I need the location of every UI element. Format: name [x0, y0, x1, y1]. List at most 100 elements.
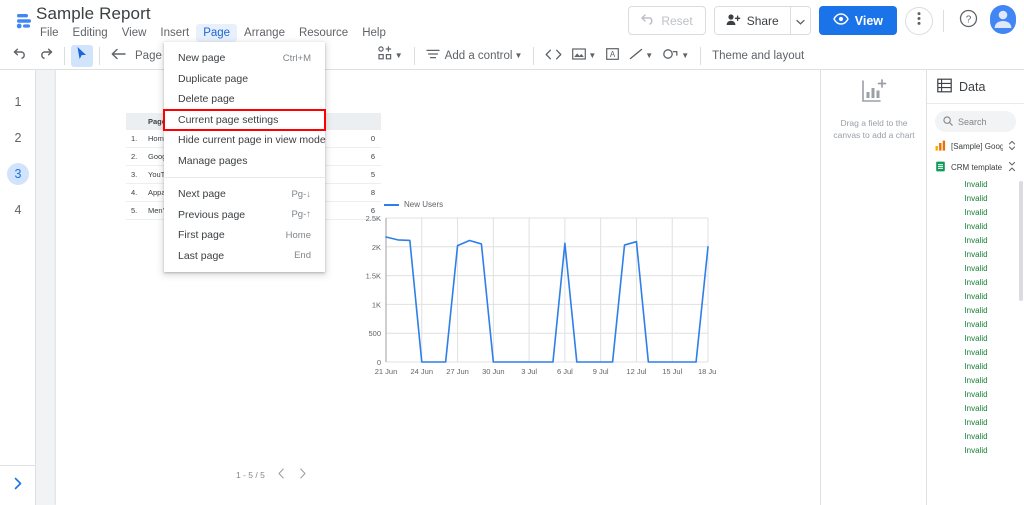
chevron-right-icon: [13, 477, 23, 495]
menu-item-duplicate-page[interactable]: Duplicate page: [164, 69, 325, 90]
chart-legend: New Users: [384, 200, 443, 209]
menu-help[interactable]: Help: [355, 24, 393, 42]
field-item[interactable]: Invalid: [927, 247, 1024, 261]
field-item[interactable]: Invalid: [927, 261, 1024, 275]
insert-text-button[interactable]: A: [601, 45, 624, 67]
page-title[interactable]: Sample Report: [36, 4, 151, 24]
kebab-menu-icon: [917, 11, 921, 31]
chevron-left-icon[interactable]: [277, 468, 286, 481]
add-chart-icon: [861, 79, 887, 108]
menu-item-next-page[interactable]: Next page Pg-↓: [164, 184, 325, 205]
line-chart-widget[interactable]: New Users 0 500 1K 1.5K 2K 2.5K 21 Jun 24 Jun 27…: [356, 200, 719, 390]
select-tool-button[interactable]: [71, 44, 93, 67]
insert-image-button[interactable]: ▼: [567, 45, 601, 67]
data-table-icon: [937, 78, 952, 96]
field-item[interactable]: Invalid: [927, 401, 1024, 415]
scrollbar-thumb[interactable]: [1019, 181, 1023, 301]
menu-item-label: Next page: [178, 188, 226, 201]
menu-view[interactable]: View: [115, 24, 154, 42]
insert-line-button[interactable]: ▼: [624, 45, 658, 67]
field-item[interactable]: Invalid: [927, 373, 1024, 387]
field-item[interactable]: Invalid: [927, 345, 1024, 359]
chevron-down-icon: ▼: [645, 51, 654, 60]
menu-item-new-page[interactable]: New page Ctrl+M: [164, 48, 325, 69]
theme-layout-button[interactable]: Theme and layout: [707, 45, 809, 67]
svg-text:2K: 2K: [372, 243, 381, 252]
menu-item-last-page[interactable]: Last page End: [164, 246, 325, 267]
menu-item-accel: End: [294, 250, 311, 262]
back-page-button[interactable]: [106, 45, 131, 67]
field-item[interactable]: Invalid: [927, 191, 1024, 205]
field-item[interactable]: Invalid: [927, 219, 1024, 233]
chevron-down-icon: ▼: [588, 51, 597, 60]
field-item[interactable]: Invalid: [927, 275, 1024, 289]
page-thumb-1[interactable]: 1: [0, 84, 36, 120]
filter-control-icon: [426, 47, 440, 65]
undo-button[interactable]: [8, 45, 33, 67]
rail-expand-button[interactable]: [0, 465, 36, 505]
search-input[interactable]: Search: [935, 111, 1016, 132]
data-source-item-analytics[interactable]: [Sample] Google ...: [927, 136, 1024, 157]
person-add-icon: [726, 13, 741, 29]
reset-button[interactable]: Reset: [628, 6, 706, 35]
header-divider: [943, 9, 944, 32]
collapse-icon[interactable]: [1008, 161, 1016, 174]
field-item[interactable]: Invalid: [927, 289, 1024, 303]
menu-bar: File Editing View Insert Page Arrange Re…: [33, 24, 393, 42]
page-thumb-2[interactable]: 2: [0, 120, 36, 156]
more-options-button[interactable]: [905, 6, 933, 35]
field-item[interactable]: Invalid: [927, 303, 1024, 317]
menu-item-manage-pages[interactable]: Manage pages: [164, 151, 325, 172]
page-thumb-label: 2: [14, 131, 22, 145]
chevron-down-icon: ▼: [514, 51, 523, 60]
view-button[interactable]: View: [818, 6, 897, 35]
theme-layout-label: Theme and layout: [712, 49, 805, 62]
add-chart-button[interactable]: ▼: [373, 45, 408, 67]
menu-item-current-page-settings[interactable]: Current page settings: [163, 108, 326, 131]
field-item[interactable]: Invalid: [927, 415, 1024, 429]
field-item[interactable]: Invalid: [927, 177, 1024, 191]
field-item[interactable]: Invalid: [927, 317, 1024, 331]
field-item[interactable]: Invalid: [927, 429, 1024, 443]
field-list[interactable]: Invalid Invalid Invalid Invalid Invalid Inval…: [927, 177, 1024, 505]
redo-icon: [38, 47, 53, 65]
field-item[interactable]: Invalid: [927, 331, 1024, 345]
menu-item-delete-page[interactable]: Delete page: [164, 89, 325, 110]
help-button[interactable]: ?: [954, 7, 982, 35]
svg-text:24 Jun: 24 Jun: [411, 367, 434, 376]
add-control-label: Add a control: [444, 49, 513, 62]
expand-icon[interactable]: [1008, 140, 1016, 153]
field-item[interactable]: Invalid: [927, 233, 1024, 247]
menu-item-first-page[interactable]: First page Home: [164, 225, 325, 246]
page-thumb-4[interactable]: 4: [0, 192, 36, 228]
menu-editing[interactable]: Editing: [66, 24, 115, 42]
field-item[interactable]: Invalid: [927, 443, 1024, 457]
page-dropdown-menu[interactable]: New page Ctrl+M Duplicate page Delete pa…: [163, 42, 326, 272]
menu-arrange[interactable]: Arrange: [237, 24, 292, 42]
embed-button[interactable]: [540, 45, 567, 67]
share-button[interactable]: Share: [714, 7, 790, 34]
report-canvas[interactable]: Page Title 1. Home 0 2. Google Online 6 …: [36, 70, 820, 505]
field-item[interactable]: Invalid: [927, 387, 1024, 401]
menu-file[interactable]: File: [33, 24, 66, 42]
field-item[interactable]: Invalid: [927, 205, 1024, 219]
svg-text:?: ?: [965, 14, 971, 25]
avatar[interactable]: [990, 5, 1016, 34]
row-index: 2.: [131, 152, 138, 161]
menu-item-hide-current-page[interactable]: Hide current page in view mode: [164, 130, 326, 151]
menu-item-accel: Home: [285, 229, 311, 241]
menu-resource[interactable]: Resource: [292, 24, 355, 42]
add-control-button[interactable]: Add a control ▼: [421, 45, 528, 67]
svg-text:30 Jun: 30 Jun: [482, 367, 505, 376]
redo-button[interactable]: [33, 45, 58, 67]
field-item[interactable]: Invalid: [927, 359, 1024, 373]
share-caret-button[interactable]: [789, 7, 810, 34]
chevron-right-icon[interactable]: [298, 468, 307, 481]
menu-insert[interactable]: Insert: [153, 24, 196, 42]
insert-shape-button[interactable]: ▼: [658, 45, 694, 67]
page-thumb-3[interactable]: 3: [0, 156, 36, 192]
data-source-item-crm[interactable]: CRM template - ...: [927, 157, 1024, 178]
menu-item-previous-page[interactable]: Previous page Pg-↑: [164, 205, 325, 226]
menu-page[interactable]: Page: [196, 24, 238, 42]
menu-separator: [164, 177, 325, 178]
